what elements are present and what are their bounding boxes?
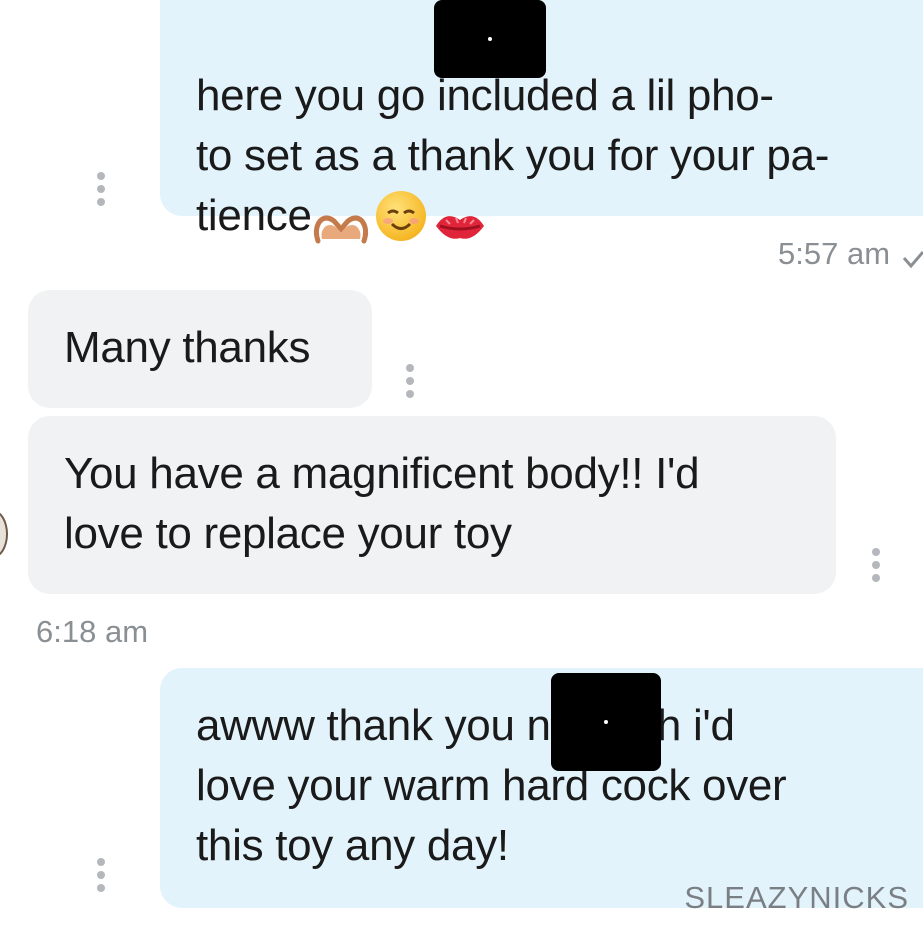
message-text: here you go included a lil pho- to set a…	[196, 71, 830, 244]
message-options-button[interactable]	[405, 364, 415, 398]
message-bubble-incoming[interactable]: You have a magnificent body!! I'd love t…	[28, 416, 836, 594]
watermark: SLEAZYNICKS	[684, 880, 909, 915]
avatar[interactable]	[0, 510, 8, 558]
read-check-icon	[902, 250, 923, 270]
message-text: You have a magnificent body!! I'd love t…	[64, 449, 700, 558]
message-timestamp: 6:18 am	[36, 614, 149, 649]
message-options-button[interactable]	[871, 548, 881, 582]
message-bubble-incoming[interactable]: Many thanks	[28, 290, 372, 408]
redaction-block	[551, 673, 661, 771]
message-timestamp: 5:57 am	[778, 236, 891, 271]
smiling-face-icon	[375, 191, 426, 242]
message-text: Many thanks	[64, 323, 311, 372]
redaction-block	[434, 0, 546, 78]
hands-heart-icon	[312, 201, 370, 244]
kiss-mark-icon	[432, 200, 488, 240]
message-options-button[interactable]	[96, 172, 106, 206]
message-bubble-outgoing[interactable]: awww thank you nd gosh i'd love your war…	[160, 668, 923, 908]
message-options-button[interactable]	[96, 858, 106, 892]
